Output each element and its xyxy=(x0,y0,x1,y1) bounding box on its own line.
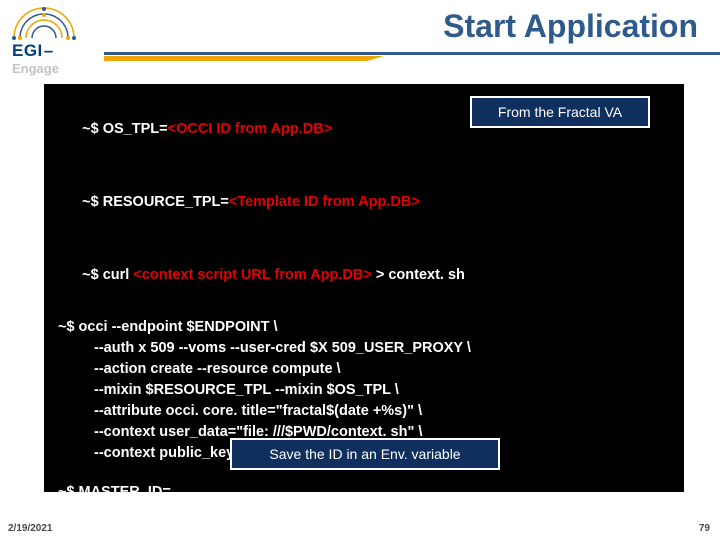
term-text: > context. sh xyxy=(372,267,465,283)
logo-dash: – xyxy=(44,42,53,59)
term-placeholder: <OCCI ID from App.DB> xyxy=(168,121,333,137)
callout-save-env: Save the ID in an Env. variable xyxy=(230,438,500,470)
term-line-resource_tpl: ~$ RESOURCE_TPL=<Template ID from App.DB… xyxy=(58,171,668,234)
term-occi-line: --auth x 509 --voms --user-cred $X 509_U… xyxy=(94,338,668,359)
term-occi-line: ~$ occi --endpoint $ENDPOINT \ xyxy=(58,317,668,338)
term-placeholder: <Template ID from App.DB> xyxy=(229,194,420,210)
footer-page: 79 xyxy=(699,523,710,534)
title-rule xyxy=(104,52,720,55)
logo-egi: EGI xyxy=(12,42,43,59)
footer-date: 2/19/2021 xyxy=(8,523,53,534)
title-accent xyxy=(104,56,384,61)
term-occi-line: --mixin $RESOURCE_TPL --mixin $OS_TPL \ xyxy=(94,380,668,401)
term-occi-line: --action create --resource compute \ xyxy=(94,359,668,380)
slide: EGI–Engage Start Application ~$ OS_TPL=<… xyxy=(0,0,720,540)
page-title: Start Application xyxy=(443,8,698,45)
term-line-curl: ~$ curl <context script URL from App.DB>… xyxy=(58,244,668,307)
term-occi-line: --attribute occi. core. title="fractal$(… xyxy=(94,401,668,422)
logo-text: EGI– Engage xyxy=(12,42,96,76)
term-line-master: ~$ MASTER_ID=. . . xyxy=(58,482,668,503)
logo-arcs-icon xyxy=(12,6,76,40)
logo: EGI– Engage xyxy=(12,6,96,76)
terminal-block: ~$ OS_TPL=<OCCI ID from App.DB> From the… xyxy=(44,84,684,492)
term-text: ~$ OS_TPL= xyxy=(82,121,167,137)
term-placeholder: <context script URL from App.DB> xyxy=(133,267,371,283)
term-text: ~$ curl xyxy=(82,267,133,283)
callout-fractal-va: From the Fractal VA xyxy=(470,96,650,128)
term-text: ~$ RESOURCE_TPL= xyxy=(82,194,229,210)
header: EGI– Engage Start Application xyxy=(0,0,720,72)
logo-engage: Engage xyxy=(12,62,59,75)
